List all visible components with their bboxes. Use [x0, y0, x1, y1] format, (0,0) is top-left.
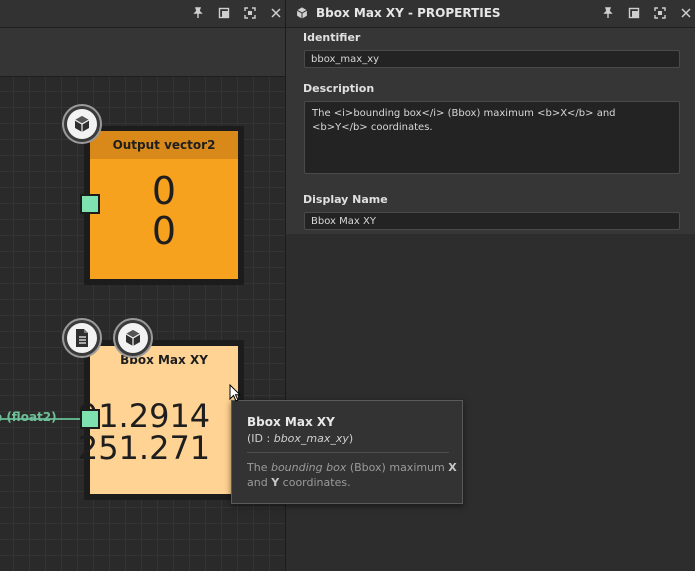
graph-toolbar: [0, 28, 285, 77]
pin-icon[interactable]: [600, 5, 616, 21]
input-port[interactable]: [80, 194, 100, 214]
maximize-icon[interactable]: [242, 5, 258, 21]
tooltip-id: (ID : bbox_max_xy): [247, 432, 354, 445]
properties-form: Identifier bbox_max_xy Description The <…: [286, 28, 695, 234]
identifier-field[interactable]: bbox_max_xy: [304, 50, 680, 68]
close-icon[interactable]: [678, 5, 694, 21]
node-value-y: 251.271: [77, 429, 211, 467]
tooltip-title: Bbox Max XY: [247, 415, 335, 429]
display-name-field[interactable]: Bbox Max XY: [304, 212, 680, 230]
node-value-x: 0: [151, 169, 177, 213]
description-field[interactable]: The <i>bounding box</i> (Bbox) maximum <…: [304, 101, 680, 174]
mouse-cursor-icon: [229, 384, 241, 402]
bbox-max-xy-node[interactable]: Bbox Max XY 91.2914 251.271: [78, 340, 244, 500]
document-icon: [76, 329, 88, 347]
properties-titlebar: Bbox Max XY - PROPERTIES: [286, 0, 695, 28]
node-title: Output vector2: [90, 131, 238, 159]
properties-title: Bbox Max XY - PROPERTIES: [316, 6, 501, 20]
output-vector2-node[interactable]: Output vector2 0 0: [84, 126, 244, 285]
wire-label: e (float2): [0, 410, 57, 424]
tooltip-separator: [247, 452, 449, 453]
cube-icon: [294, 5, 310, 21]
maximize-icon[interactable]: [652, 5, 668, 21]
node-value-y: 0: [151, 209, 177, 253]
graph-panel-titlebar: [0, 0, 285, 28]
cube-icon: [125, 330, 141, 346]
cube-badge[interactable]: [113, 318, 153, 358]
identifier-label: Identifier: [303, 31, 361, 44]
node-title: Bbox Max XY: [120, 353, 208, 367]
description-label: Description: [303, 82, 375, 95]
document-badge[interactable]: [62, 318, 102, 358]
node-body: 0 0: [90, 159, 238, 279]
restore-icon[interactable]: [626, 5, 642, 21]
close-icon[interactable]: [268, 5, 284, 21]
cube-badge[interactable]: [62, 104, 102, 144]
restore-icon[interactable]: [216, 5, 232, 21]
cube-icon: [74, 116, 90, 132]
tooltip-description: The bounding box (Bbox) maximum Xand Y c…: [247, 461, 457, 489]
display-name-label: Display Name: [303, 193, 388, 206]
output-port[interactable]: [80, 409, 100, 429]
pin-icon[interactable]: [190, 5, 206, 21]
node-tooltip: Bbox Max XY (ID : bbox_max_xy) The bound…: [231, 400, 463, 504]
